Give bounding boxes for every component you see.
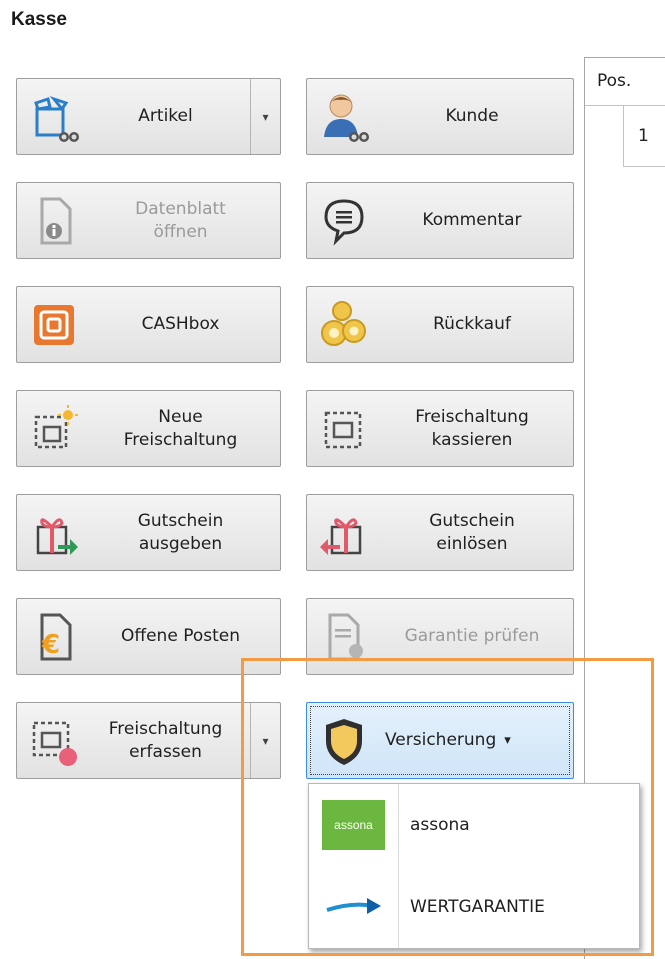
svg-text:€: € [41,630,60,660]
gift-in-icon [317,506,371,560]
activation-record-icon [27,714,81,768]
info-document-icon [27,194,81,248]
neue-freischaltung-label: Neue Freischaltung [123,406,238,450]
datenblatt-label: Datenblatt öffnen [135,198,226,242]
chevron-down-icon: ▾ [262,109,269,124]
highlight-box [241,658,654,956]
artikel-button[interactable]: Artikel ▾ [16,78,281,155]
activation-icon [317,402,371,456]
cashbox-label: CASHbox [141,314,220,334]
gutschein-ausgeben-label: Gutschein ausgeben [137,510,224,554]
euro-document-icon: € [27,610,81,664]
rueckkauf-button[interactable]: Rückkauf [306,286,574,363]
cashbox-icon [27,298,81,352]
gutschein-einloesen-button[interactable]: Gutschein einlösen [306,494,574,571]
gift-out-icon [27,506,81,560]
neue-freischaltung-button[interactable]: Neue Freischaltung [16,390,281,467]
artikel-label: Artikel [138,106,193,126]
gutschein-einloesen-label: Gutschein einlösen [429,510,515,554]
gutschein-ausgeben-button[interactable]: Gutschein ausgeben [16,494,281,571]
datenblatt-button[interactable]: Datenblatt öffnen [16,182,281,259]
coins-icon [317,298,371,352]
artikel-dropdown-toggle[interactable]: ▾ [250,79,280,154]
kommentar-label: Kommentar [422,210,522,230]
rueckkauf-label: Rückkauf [433,314,511,334]
column-header-pos[interactable]: Pos. [585,58,665,106]
freischaltung-erfassen-label: Freischaltung erfassen [108,718,223,762]
kunde-button[interactable]: Kunde [306,78,574,155]
kommentar-button[interactable]: Kommentar [306,182,574,259]
page-title: Kasse [11,9,67,30]
table-row[interactable]: 1 [623,106,665,167]
offene-posten-label: Offene Posten [121,626,240,646]
customer-search-icon [317,90,371,144]
new-activation-icon [27,402,81,456]
garantie-pruefen-label: Garantie prüfen [404,626,540,646]
comment-icon [317,194,371,248]
freischaltung-kassieren-button[interactable]: Freischaltung kassieren [306,390,574,467]
freischaltung-kassieren-label: Freischaltung kassieren [415,406,529,450]
kunde-label: Kunde [445,106,499,126]
warranty-check-icon [317,610,371,664]
cashbox-button[interactable]: CASHbox [16,286,281,363]
box-search-icon [27,90,81,144]
